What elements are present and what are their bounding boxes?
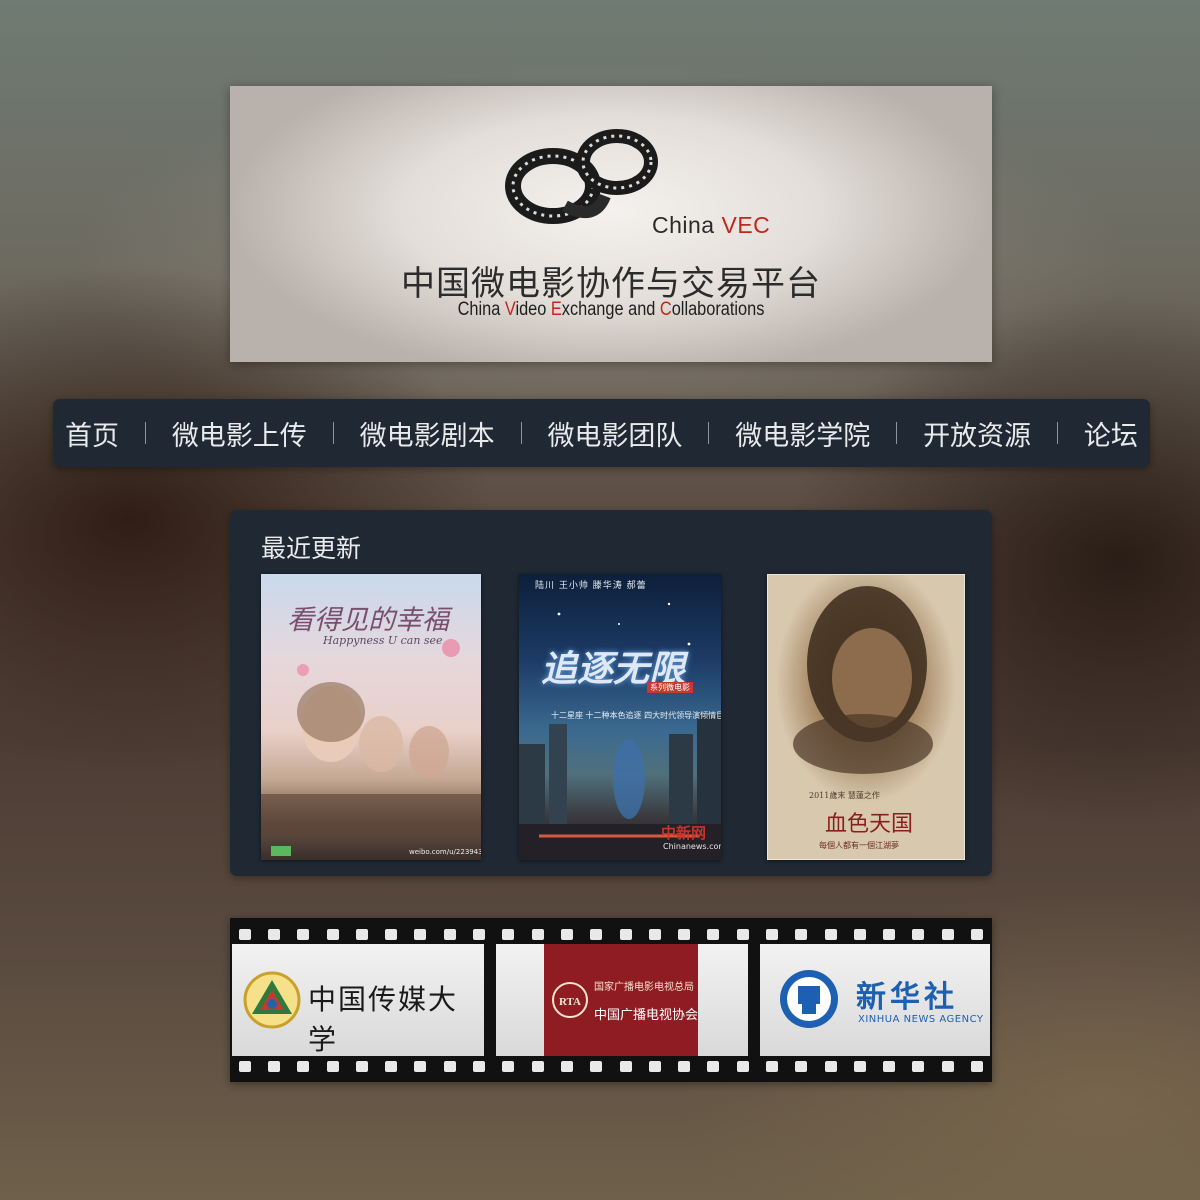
nav-upload[interactable]: 微电影上传 [172, 414, 307, 453]
nav-home[interactable]: 首页 [65, 414, 119, 453]
film-perforations-bottom [230, 1056, 992, 1076]
nav-teams[interactable]: 微电影团队 [547, 414, 682, 453]
poster-happiness[interactable]: 看得见的幸福 Happyness U can see weibo.com/u/2… [261, 574, 481, 860]
partner-cuc[interactable]: 中国传媒大学 [232, 944, 484, 1056]
rta-emblem-icon: RTA [552, 982, 588, 1018]
brand-short-name: China VEC [652, 212, 771, 238]
poster-happiness-subtitle: Happyness U can see [323, 634, 443, 647]
nav-divider [1056, 422, 1058, 444]
nav-open-resources[interactable]: 开放资源 [923, 414, 1031, 453]
rta-logo-box: RTA 国家广播电影电视总局 中国广播电视协会 [544, 944, 698, 1056]
cuc-emblem-icon [243, 971, 301, 1029]
nav-divider [144, 422, 146, 444]
rta-line-2: 中国广播电视协会 [594, 1008, 699, 1023]
site-banner: China VEC 中国微电影协作与交易平台 China Video Excha… [230, 86, 992, 362]
partner-xinhua[interactable]: 新华社 XINHUA NEWS AGENCY [760, 944, 990, 1056]
recent-updates-title: 最近更新 [261, 534, 362, 563]
brand-chinese-title: 中国微电影协作与交易平台 [401, 264, 821, 304]
film-perforations-top [230, 924, 992, 944]
nav-divider [520, 422, 522, 444]
poster-bloody-heaven-slogan: 每個人都有一個江湖夢 [819, 841, 899, 850]
poster-bloody-heaven-date: 2011歲末 慧蓮之作 [809, 791, 880, 800]
nav-divider [708, 422, 710, 444]
rta-line-1: 国家广播电影电视总局 [594, 982, 694, 993]
partner-film-strip: 中国传媒大学 RTA 国家广播电影电视总局 中国广播电视协会 新华社 XINHU… [230, 918, 992, 1082]
xinhua-emblem-icon [780, 970, 838, 1028]
poster-chase-infinity-site: Chinanews.com [663, 842, 721, 851]
poster-happiness-footer: weibo.com/u/2239432731 [409, 848, 481, 856]
partner-rta[interactable]: RTA 国家广播电影电视总局 中国广播电视协会 [496, 944, 748, 1056]
nav-forum[interactable]: 论坛 [1084, 414, 1138, 453]
poster-happiness-title: 看得见的幸福 [287, 605, 449, 636]
poster-chase-infinity-slogan: 十二星座 十二种本色追逐 四大时代领导演倾情巨制 [551, 711, 721, 720]
poster-bloody-heaven-title: 血色天国 [825, 812, 914, 837]
nav-academy[interactable]: 微电影学院 [735, 414, 870, 453]
nav-scripts[interactable]: 微电影剧本 [360, 414, 495, 453]
poster-chase-infinity-tag: 系列微电影 [647, 682, 693, 693]
brand-english-title: China Video Exchange and Collaborations [457, 299, 765, 320]
recent-updates-panel: 最近更新 看得见的幸福 Happyness U can see weibo.co… [230, 510, 992, 876]
poster-bloody-heaven[interactable]: 2011歲末 慧蓮之作 血色天国 每個人都有一個江湖夢 [767, 574, 965, 860]
film-reel-logo [505, 129, 658, 224]
poster-chase-infinity-actors: 陆川 王小帅 滕华涛 郝蕾 [535, 581, 647, 591]
nav-divider [896, 422, 898, 444]
main-nav: 首页 微电影上传 微电影剧本 微电影团队 微电影学院 开放资源 论坛 [53, 399, 1150, 467]
poster-chase-infinity-brand: 中新网 [661, 824, 707, 842]
xinhua-english-name: XINHUA NEWS AGENCY [858, 1014, 984, 1025]
xinhua-chinese-name: 新华社 [856, 980, 958, 1015]
cuc-name: 中国传媒大学 [308, 983, 459, 1056]
nav-divider [332, 422, 334, 444]
poster-chase-infinity[interactable]: 陆川 王小帅 滕华涛 郝蕾 追逐无限 系列微电影 十二星座 十二种本色追逐 四大… [519, 574, 721, 860]
svg-text:RTA: RTA [559, 996, 581, 1008]
